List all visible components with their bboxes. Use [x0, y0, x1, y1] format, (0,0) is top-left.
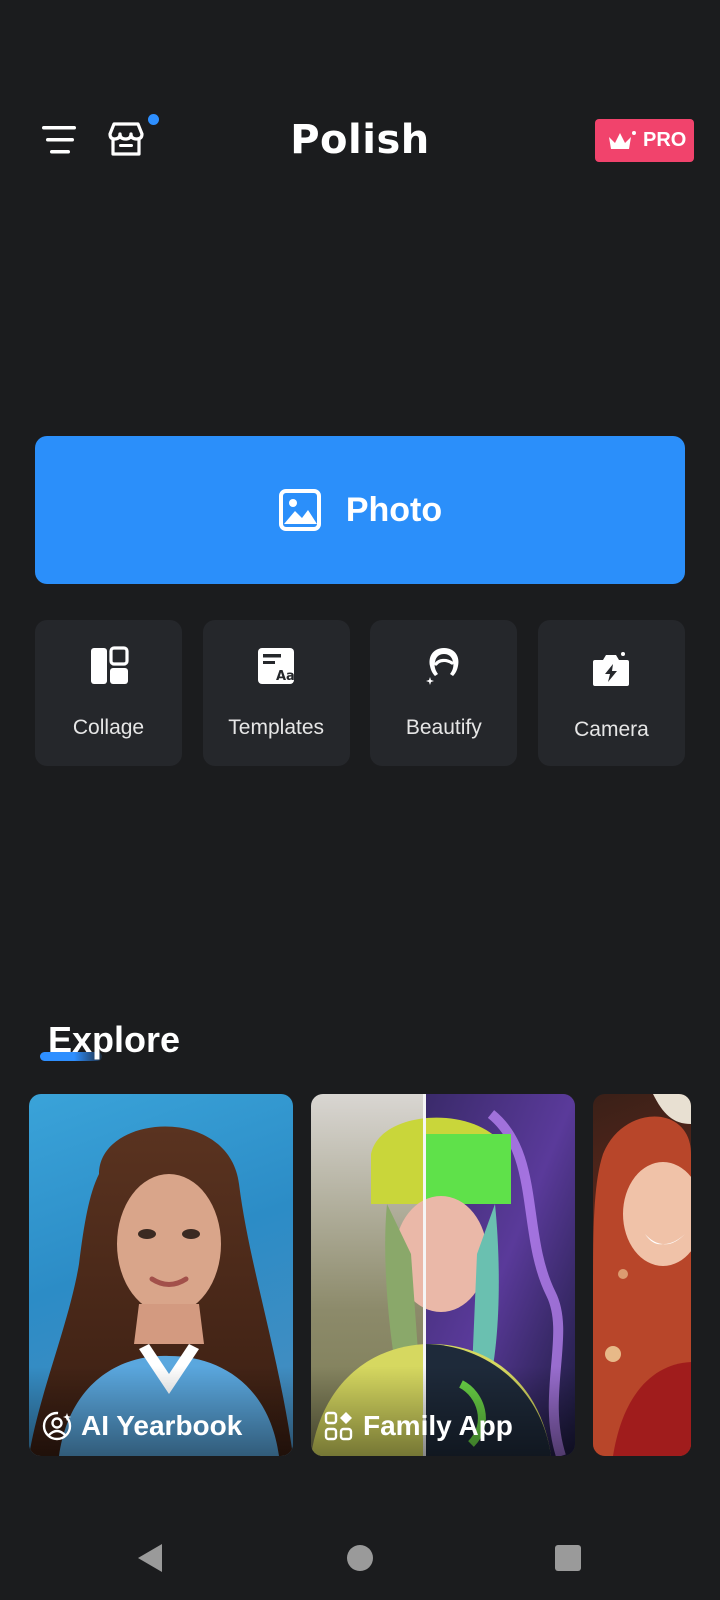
home-circle-icon[interactable] [347, 1545, 373, 1571]
tool-templates[interactable]: Aa Templates [202, 620, 350, 766]
explore-card-3[interactable] [593, 1094, 691, 1456]
pro-label: PRO [643, 129, 687, 151]
card-label: Family App [363, 1410, 513, 1441]
card-caption: Family App [323, 1410, 513, 1442]
image-icon [278, 489, 321, 531]
camera-icon [593, 652, 630, 686]
card-caption: AI Yearbook [41, 1410, 242, 1442]
explore-carousel[interactable]: AI Yearbook Family App [29, 1094, 691, 1456]
photo-label: Photo [345, 490, 443, 529]
explore-card-family-app[interactable]: Family App [311, 1094, 575, 1456]
card-label: AI Yearbook [81, 1410, 243, 1441]
back-triangle-icon[interactable] [136, 1542, 164, 1574]
pro-upgrade-button[interactable]: PRO [595, 119, 694, 162]
svg-text:Aa: Aa [276, 669, 295, 684]
tool-collage[interactable]: Collage [35, 620, 182, 766]
notification-dot [148, 114, 159, 125]
system-nav-bar [0, 1520, 720, 1600]
top-app-bar: Polish PRO [0, 100, 720, 180]
section-title-explore: Explore [48, 1019, 181, 1060]
crown-icon [609, 130, 636, 149]
beautify-icon [425, 648, 459, 685]
apps-grid-icon [324, 1411, 353, 1441]
collage-icon [90, 646, 129, 684]
recents-square-icon[interactable] [555, 1545, 581, 1571]
tool-label: Beautify [405, 716, 482, 739]
tool-label: Camera [574, 718, 649, 741]
templates-icon: Aa [258, 648, 295, 684]
home-screen: Polish PRO Photo Collage Aa Templates Be… [0, 0, 720, 1600]
tool-camera[interactable]: Camera [537, 620, 685, 766]
smiling-woman-image [593, 1094, 691, 1456]
photo-button[interactable]: Photo [35, 436, 685, 584]
ai-portrait-icon [42, 1411, 72, 1441]
tool-label: Collage [72, 716, 145, 739]
tool-grid: Collage Aa Templates Beautify Camera [35, 620, 685, 766]
tool-label: Templates [228, 716, 325, 739]
tool-beautify[interactable]: Beautify [370, 620, 518, 766]
explore-card-ai-yearbook[interactable]: AI Yearbook [29, 1094, 293, 1456]
